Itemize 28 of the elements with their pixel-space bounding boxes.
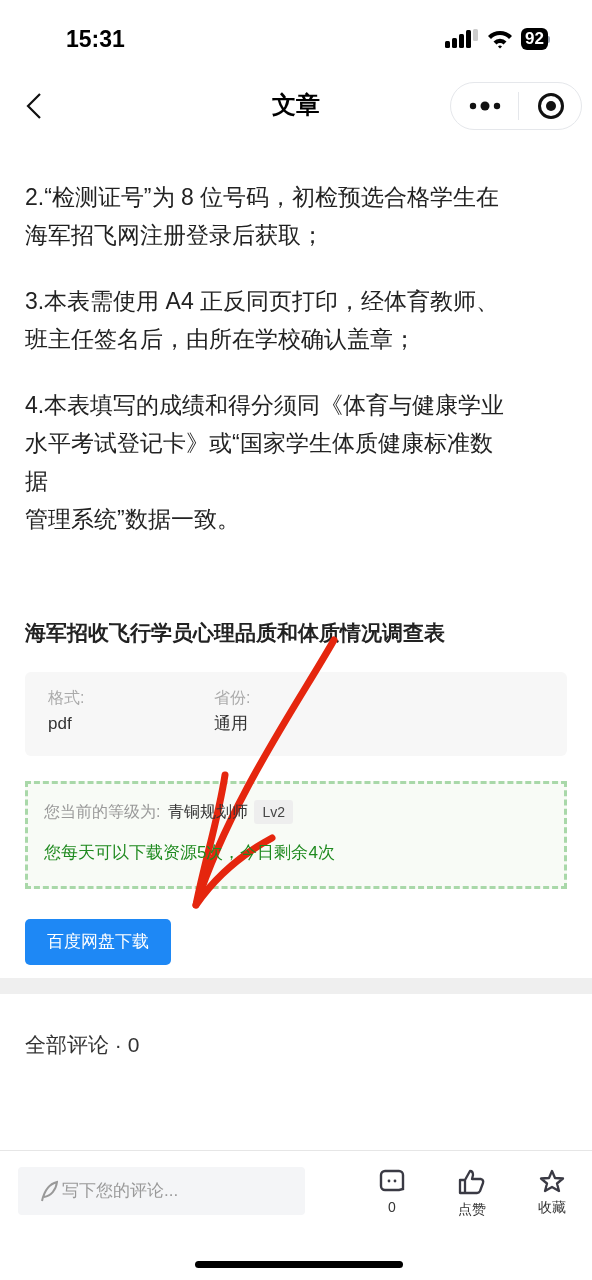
battery-indicator: 92 xyxy=(521,28,548,50)
favorite-button[interactable]: 收藏 xyxy=(512,1167,592,1220)
field-value: 通用 xyxy=(214,713,249,735)
field-label: 格式: xyxy=(48,688,86,708)
star-icon xyxy=(539,1169,565,1193)
more-icon[interactable] xyxy=(469,101,501,111)
chat-bubble-icon xyxy=(379,1169,405,1193)
comment-button[interactable]: 0 xyxy=(352,1167,432,1220)
download-button[interactable]: 百度网盘下载 xyxy=(25,919,171,965)
field-label: 省份: xyxy=(214,688,252,708)
wifi-icon xyxy=(487,29,514,49)
feather-icon xyxy=(40,1180,58,1202)
like-button[interactable]: 点赞 xyxy=(432,1167,512,1220)
status-time: 15:31 xyxy=(66,24,125,54)
comments-heading: 全部评论 · 0 xyxy=(25,1033,140,1056)
back-icon[interactable] xyxy=(26,93,42,119)
article-paragraph: 3.本表需使用 A4 正反同页打印，经体育教师、班主任签名后，由所在学校确认盖章； xyxy=(25,287,501,354)
level-label: 您当前的等级为: xyxy=(44,802,161,822)
thumbs-up-icon xyxy=(458,1169,486,1195)
article-paragraph: 4.本表填写的成绩和得分须同《体育与健康学业水平考试登记卡》或“国家学生体质健康标准数据 xyxy=(25,391,505,496)
signal-icon xyxy=(445,29,480,49)
level-badge: Lv2 xyxy=(254,800,294,824)
article-paragraph: 管理系统”数据一致。 xyxy=(25,505,241,534)
page-title: 文章 xyxy=(272,90,320,120)
field-value: pdf xyxy=(48,713,73,735)
comment-input[interactable]: 写下您的评论... xyxy=(18,1167,305,1215)
close-program-icon[interactable] xyxy=(537,92,565,120)
article-paragraph: 2.“检测证号”为 8 位号码，初检预选合格学生在海军招飞网注册登录后获取； xyxy=(25,183,501,250)
